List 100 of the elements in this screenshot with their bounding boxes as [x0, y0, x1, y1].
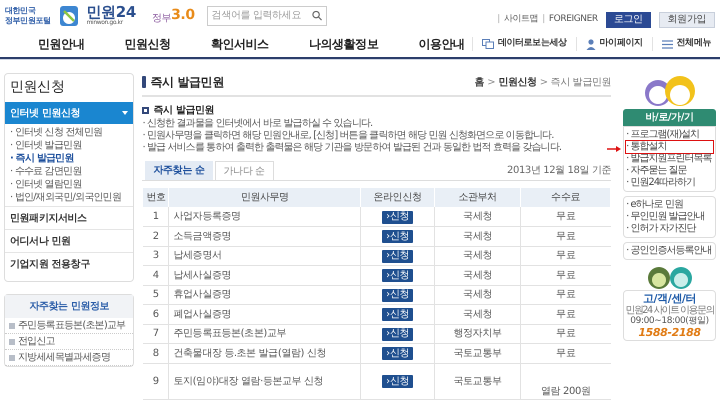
- table-cell: 국토교통부: [434, 363, 521, 399]
- quick-link[interactable]: · 프로그램(재)설치: [626, 129, 713, 141]
- quick-link[interactable]: · 인허가 자가진단: [626, 223, 713, 235]
- column-header: 민원사무명: [168, 188, 361, 207]
- notice-title: 즉시 발급민원: [153, 104, 214, 118]
- nav-extra-link[interactable]: 마이페이지: [576, 37, 652, 51]
- sidebar-title: 민원신청: [9, 78, 66, 97]
- breadcrumb-link[interactable]: 민원신청: [498, 74, 537, 90]
- signup-button[interactable]: 회원가입: [658, 12, 715, 28]
- table-cell: 국세청: [434, 246, 521, 266]
- table-cell[interactable]: 납세사실증명: [168, 266, 361, 285]
- apply-button[interactable]: ›신청: [382, 250, 413, 263]
- apply-button[interactable]: ›신청: [382, 347, 413, 360]
- apply-button[interactable]: ›신청: [382, 230, 413, 244]
- nav-item[interactable]: 확인서비스: [210, 35, 269, 53]
- quick-link[interactable]: · 자주묻는 질문: [626, 165, 713, 177]
- sidebar-subitem[interactable]: · 인터넷 열람민원: [5, 178, 134, 191]
- sort-tab[interactable]: 자주찾는 순: [145, 161, 213, 180]
- sidebar-subitem[interactable]: · 수수료 감면민원: [5, 165, 134, 178]
- apply-button[interactable]: ›신청: [382, 308, 413, 322]
- table-cell: 국세청: [434, 285, 521, 304]
- table-cell: 국세청: [434, 304, 521, 324]
- apply-button[interactable]: ›신청: [382, 328, 413, 341]
- nav-item[interactable]: 민원안내: [38, 35, 84, 53]
- nav-item[interactable]: 이용안내: [418, 35, 465, 53]
- sidebar-subitem[interactable]: · 즉시 발급민원: [5, 152, 134, 165]
- table-cell: 4: [142, 266, 169, 285]
- util-link[interactable]: FOREIGNER: [548, 12, 598, 26]
- faq-item[interactable]: 전입신고: [5, 334, 134, 350]
- table-cell[interactable]: 폐업사실증명: [168, 304, 361, 324]
- pointer-arrow-drawing: [607, 146, 622, 152]
- table-cell[interactable]: 토지(임야)대장 열람·등본교부 신청: [168, 363, 361, 399]
- gov-label: 정부: [152, 12, 172, 26]
- table-cell: 1: [142, 207, 169, 226]
- breadcrumb-link[interactable]: 홈: [474, 74, 484, 90]
- notice-text: · 신청한 결과물을 인터넷에서 바로 발급하실 수 있습니다.: [142, 118, 374, 130]
- faq-item[interactable]: 주민등록표등본(초본)교부: [5, 318, 134, 334]
- apply-button[interactable]: ›신청: [382, 288, 413, 302]
- nav-extra-link[interactable]: 전체메뉴: [652, 37, 720, 51]
- person-icon: [586, 38, 596, 50]
- table-cell[interactable]: 사업자등록증명: [168, 207, 361, 226]
- sidebar-section[interactable]: 어디서나 민원: [5, 229, 134, 252]
- table-cell: 3: [142, 246, 169, 266]
- search-field[interactable]: 검색어를 입력하세요: [206, 6, 327, 26]
- table-cell: 무료: [520, 285, 611, 304]
- nav-extra-link[interactable]: 데이터로보는세상: [472, 37, 576, 51]
- quick-link[interactable]: · 발급지원프린터목록: [626, 153, 713, 165]
- windows-icon: [482, 39, 494, 49]
- table-cell: 무료: [520, 304, 611, 324]
- as-of-date: 2013년 12월 18일 기준: [507, 164, 612, 178]
- apply-button[interactable]: ›신청: [382, 210, 413, 224]
- sidebar-section[interactable]: 인터넷 민원신청: [5, 102, 134, 124]
- table-cell: 5: [142, 285, 169, 304]
- quick-link[interactable]: · 통합설치: [626, 141, 713, 153]
- table-cell[interactable]: 주민등록표등본(초본)교부: [168, 324, 361, 344]
- table-cell[interactable]: 납세증명서: [168, 246, 361, 266]
- column-header: 온라인신청: [360, 188, 435, 207]
- table-cell: 국토교통부: [434, 344, 521, 363]
- quick-link[interactable]: · e하나로 민원: [626, 199, 713, 211]
- table-cell: 무료: [520, 344, 611, 363]
- nav-item[interactable]: 민원신청: [124, 35, 171, 53]
- notice-text: · 민원사무명을 클릭하면 해당 민원안내로, [신청] 버튼을 클릭하면 해당 민원 신청화면으로 이동합니다.: [142, 130, 554, 142]
- table-cell[interactable]: 건축물대장 등.초본 발급(열람) 신청: [168, 344, 361, 363]
- apply-button[interactable]: ›신청: [382, 375, 413, 388]
- util-link[interactable]: 사이트맵: [504, 12, 538, 26]
- table-cell: 무료: [520, 226, 611, 246]
- column-header: 수수료: [520, 188, 611, 207]
- breadcrumb-link[interactable]: 즉시 발급민원: [550, 74, 612, 90]
- sidebar-section[interactable]: 민원패키지서비스: [5, 206, 134, 229]
- nav-item[interactable]: 나의생활정보: [308, 35, 378, 53]
- breadcrumb-separator: >: [540, 76, 548, 90]
- search-icon[interactable]: [312, 10, 322, 21]
- customer-center-subtitle: 민원24 사이트 이용문의: [625, 305, 714, 316]
- square-icon: [9, 338, 15, 344]
- menu-icon: [662, 40, 673, 48]
- sidebar-subitem[interactable]: · 인터넷 발급민원: [5, 139, 134, 152]
- quick-link[interactable]: · 무인민원 발급안내: [626, 211, 713, 223]
- sort-tab[interactable]: 가나다 순: [214, 161, 274, 180]
- sidebar-subitem[interactable]: · 인터넷 신청 전체민원: [5, 126, 134, 139]
- sidebar-subitem[interactable]: · 법인/재외국민/외국인민원: [5, 191, 134, 204]
- sidebar-section[interactable]: 기업지원 전용창구: [5, 252, 134, 275]
- table-cell[interactable]: 휴업사실증명: [168, 285, 361, 304]
- gov-version: 3.0: [171, 6, 195, 25]
- quick-title: 바/로/가/기: [623, 109, 716, 126]
- portal-label: 대한민국 정부민원포털: [5, 6, 51, 26]
- customer-center-title: 고/객/센/터: [642, 292, 696, 305]
- faq-title: 자주찾는 민원정보: [5, 295, 134, 318]
- table-cell: 2: [142, 226, 169, 246]
- table-cell: 국세청: [434, 226, 521, 246]
- quick-link[interactable]: · 공인인증서등록안내: [626, 245, 713, 257]
- faq-item[interactable]: 지방세세목별과세증명: [5, 350, 134, 366]
- table-cell[interactable]: 소득금액증명: [168, 226, 361, 246]
- table-cell: 행정자치부: [434, 324, 521, 344]
- apply-button[interactable]: ›신청: [382, 269, 413, 282]
- login-button[interactable]: 로그인: [606, 12, 651, 28]
- table-cell: 무료: [520, 207, 611, 226]
- table-cell: 국세청: [434, 266, 521, 285]
- table-cell: 9: [142, 363, 169, 399]
- quick-link[interactable]: · 민원24따라하기: [626, 177, 713, 189]
- page-title: 즉시 발급민원: [150, 74, 224, 91]
